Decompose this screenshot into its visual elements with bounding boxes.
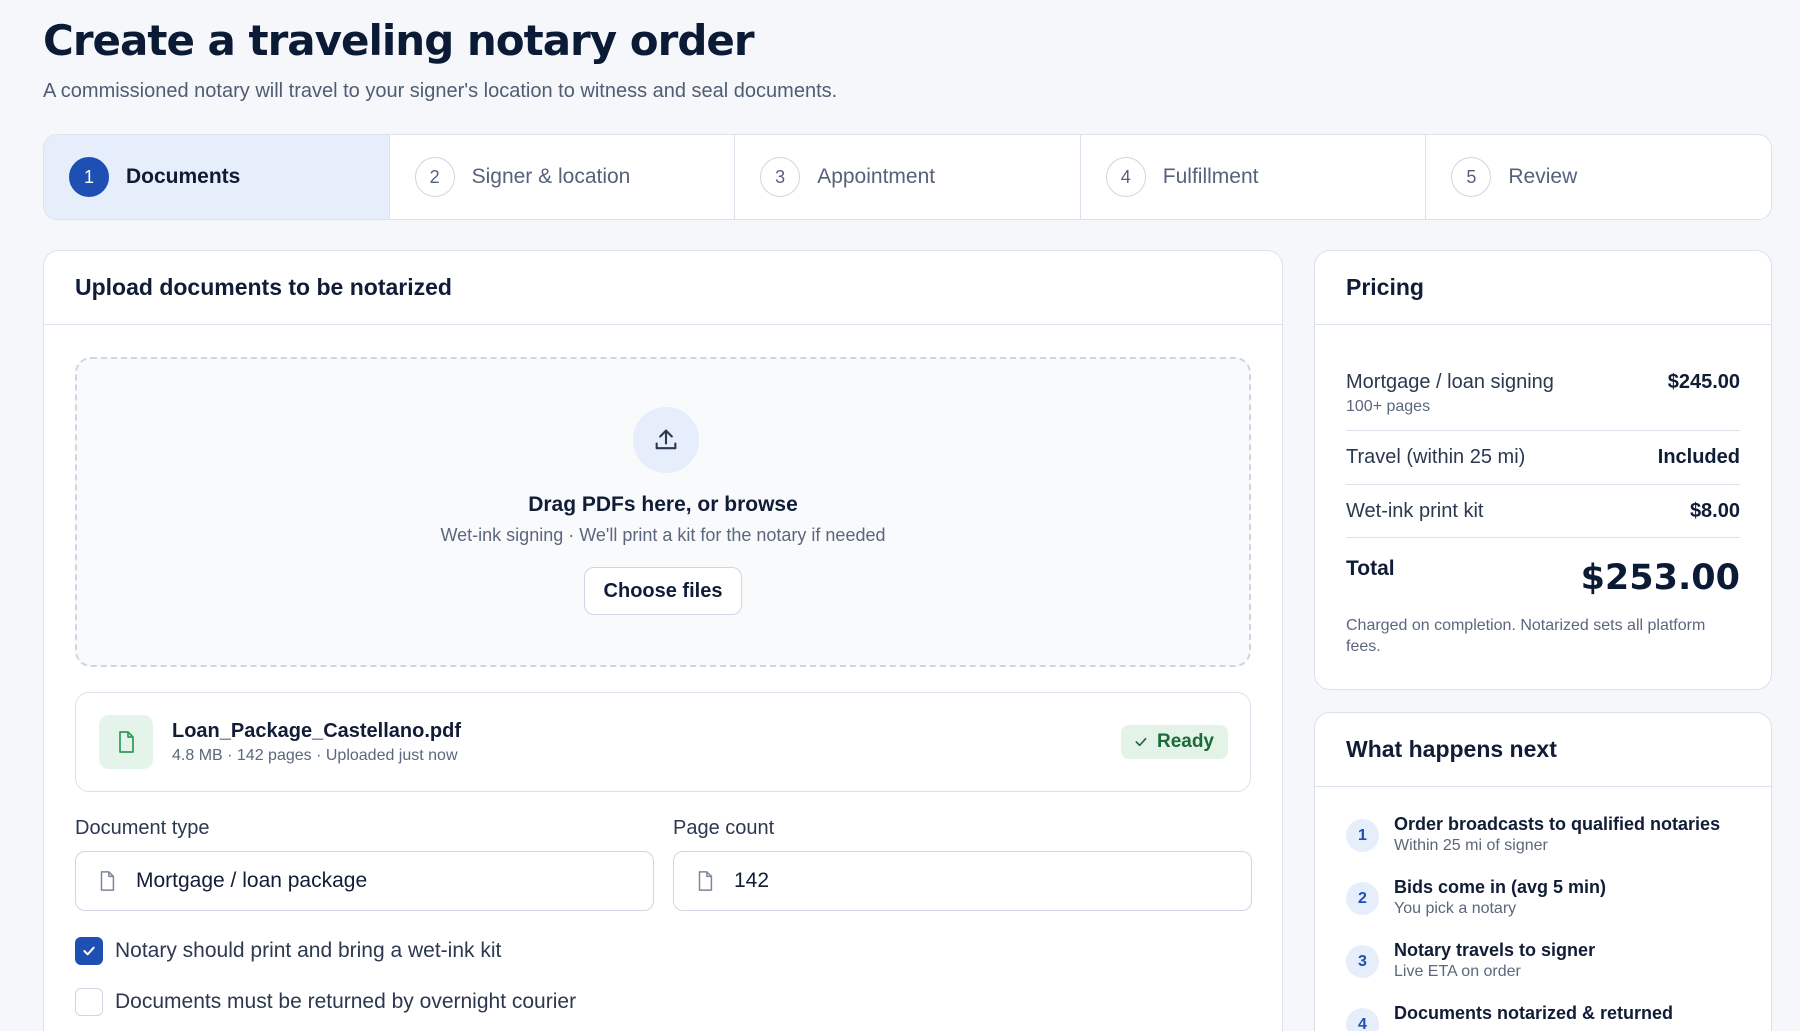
- price-note: 100+ pages: [1346, 398, 1431, 415]
- step-number: 5: [1451, 157, 1492, 197]
- choose-files-button[interactable]: Choose files: [584, 567, 742, 615]
- next-steps-title: What happens next: [1315, 713, 1771, 787]
- divider: [1346, 484, 1740, 485]
- step-appointment[interactable]: 3 Appointment: [735, 135, 1081, 219]
- stepper: 1 Documents 2 Signer & location 3 Appoin…: [43, 134, 1772, 220]
- document-icon: [100, 871, 115, 891]
- upload-card-title: Upload documents to be notarized: [44, 251, 1282, 325]
- upload-icon: [633, 407, 699, 473]
- step-signer-location[interactable]: 2 Signer & location: [390, 135, 736, 219]
- total-value: $253.00: [1580, 558, 1740, 598]
- total-label: Total: [1346, 557, 1395, 580]
- price-name: Travel (within 25 mi): [1346, 446, 1526, 468]
- status-badge: Ready: [1120, 725, 1228, 759]
- file-meta: 4.8 MB · 142 pages · Uploaded just now: [172, 747, 458, 764]
- check-icon: [83, 946, 95, 956]
- next-step-subtitle: You pick a notary: [1394, 900, 1517, 917]
- check-icon: [1135, 737, 1147, 747]
- price-row-travel: Travel (within 25 mi) Included: [1346, 446, 1740, 469]
- dropzone[interactable]: Drag PDFs here, or browse Wet-ink signin…: [75, 357, 1251, 667]
- pricing-title: Pricing: [1315, 251, 1771, 325]
- step-label: Appointment: [817, 165, 936, 188]
- step-label: Review: [1508, 165, 1578, 188]
- next-step-title: Documents notarized & returned: [1394, 1003, 1674, 1023]
- overnight-courier-label: Documents must be returned by overnight …: [115, 990, 577, 1013]
- pricing-note: Charged on completion. Notarized sets al…: [1346, 617, 1706, 655]
- step-fulfillment[interactable]: 4 Fulfillment: [1081, 135, 1427, 219]
- page-title: Create a traveling notary order: [43, 16, 755, 65]
- document-type-value: Mortgage / loan package: [136, 869, 368, 892]
- next-step-title: Notary travels to signer: [1394, 940, 1596, 960]
- upload-card: Upload documents to be notarized Drag PD…: [43, 250, 1283, 1031]
- price-name: Mortgage / loan signing: [1346, 371, 1554, 393]
- next-step-number: 1: [1346, 819, 1379, 852]
- price-name: Wet-ink print kit: [1346, 500, 1484, 522]
- step-label: Documents: [126, 165, 241, 188]
- page-subtitle: A commissioned notary will travel to you…: [43, 80, 838, 102]
- step-documents[interactable]: 1 Documents: [44, 135, 390, 219]
- price-row-signing: Mortgage / loan signing 100+ pages $245.…: [1346, 371, 1740, 416]
- step-review[interactable]: 5 Review: [1426, 135, 1771, 219]
- divider: [1346, 430, 1740, 431]
- next-step-number: 2: [1346, 882, 1379, 915]
- dropzone-subtitle: Wet-ink signing · We'll print a kit for …: [440, 525, 886, 545]
- file-icon: [99, 715, 153, 769]
- page-count-label: Page count: [673, 817, 775, 839]
- wet-ink-kit-label: Notary should print and bring a wet-ink …: [115, 939, 502, 962]
- next-steps-card: What happens next 1 Order broadcasts to …: [1314, 712, 1772, 1031]
- divider: [1346, 537, 1740, 538]
- document-icon: [698, 871, 713, 891]
- next-step-subtitle: Live ETA on order: [1394, 963, 1521, 980]
- price-row-print-kit: Wet-ink print kit $8.00: [1346, 500, 1740, 523]
- next-step-number: 3: [1346, 945, 1379, 978]
- document-type-select[interactable]: Mortgage / loan package: [75, 851, 654, 911]
- next-step-title: Bids come in (avg 5 min): [1394, 877, 1607, 897]
- page-count-value: 142: [734, 869, 770, 892]
- wet-ink-kit-checkbox[interactable]: [75, 937, 103, 965]
- step-number: 3: [760, 157, 801, 197]
- overnight-courier-option[interactable]: Documents must be returned by overnight …: [75, 988, 576, 1016]
- next-step-subtitle: Within 25 mi of signer: [1394, 837, 1548, 854]
- step-number: 1: [69, 157, 109, 197]
- page-count-input[interactable]: 142: [673, 851, 1252, 911]
- next-step-number: 4: [1346, 1008, 1379, 1031]
- step-label: Fulfillment: [1162, 165, 1259, 188]
- document-type-label: Document type: [75, 817, 210, 839]
- price-value: Included: [1657, 446, 1740, 468]
- wet-ink-kit-option[interactable]: Notary should print and bring a wet-ink …: [75, 937, 501, 965]
- uploaded-file: Loan_Package_Castellano.pdf 4.8 MB · 142…: [75, 692, 1251, 792]
- step-label: Signer & location: [471, 165, 631, 188]
- next-step-title: Order broadcasts to qualified notaries: [1394, 814, 1721, 834]
- price-value: $8.00: [1689, 500, 1740, 522]
- status-text: Ready: [1156, 731, 1214, 752]
- file-name: Loan_Package_Castellano.pdf: [172, 720, 461, 742]
- step-number: 4: [1105, 157, 1146, 197]
- step-number: 2: [414, 157, 455, 197]
- price-value: $245.00: [1667, 371, 1740, 393]
- dropzone-title: Drag PDFs here, or browse: [528, 493, 798, 516]
- pricing-card: Pricing Mortgage / loan signing 100+ pag…: [1314, 250, 1772, 690]
- overnight-courier-checkbox[interactable]: [75, 988, 103, 1016]
